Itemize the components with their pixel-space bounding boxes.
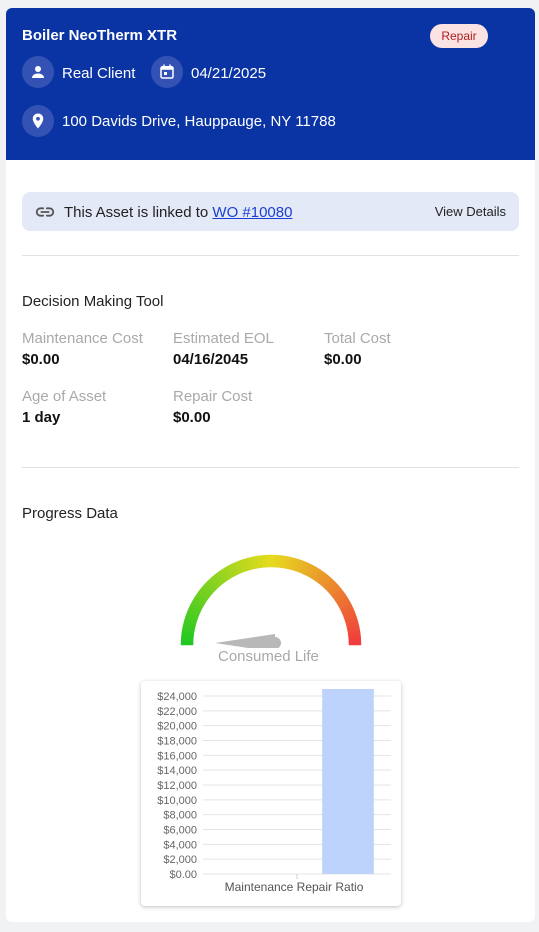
metric-repair-cost: Repair Cost $0.00: [173, 388, 323, 426]
linked-label: This Asset is linked to: [64, 204, 209, 221]
linked-wo-banner: This Asset is linked to WO #10080 View D…: [22, 192, 519, 231]
gauge-segment: [348, 640, 362, 646]
metric-value: $0.00: [173, 409, 211, 426]
asset-card: Boiler NeoTherm XTR Repair Real Client 0…: [6, 8, 535, 922]
metric-total-cost: Total Cost $0.00: [324, 330, 474, 368]
y-tick-label: $12,000: [157, 780, 197, 792]
metric-value: $0.00: [22, 351, 60, 368]
divider: [22, 255, 519, 256]
consumed-life-gauge: [180, 554, 362, 648]
metric-age-of-asset: Age of Asset 1 day: [22, 388, 172, 426]
calendar-icon: [151, 56, 183, 88]
y-tick-label: $0.00: [169, 869, 197, 881]
link-icon: [34, 201, 56, 228]
metric-label: Maintenance Cost: [22, 330, 143, 347]
status-badge: Repair: [430, 24, 488, 48]
y-tick-label: $24,000: [157, 691, 197, 703]
asset-title: Boiler NeoTherm XTR: [22, 27, 178, 44]
bar: [322, 689, 374, 874]
metric-estimated-eol: Estimated EOL 04/16/2045: [173, 330, 323, 368]
y-tick-label: $20,000: [157, 721, 197, 733]
metric-label: Repair Cost: [173, 388, 253, 405]
gauge-needle: [215, 634, 275, 648]
divider: [22, 467, 519, 468]
metric-label: Age of Asset: [22, 388, 107, 405]
x-axis-label: Maintenance Repair Ratio: [225, 880, 364, 894]
metric-value: 04/16/2045: [173, 351, 249, 368]
y-tick-label: $8,000: [163, 810, 197, 822]
y-tick-label: $16,000: [157, 750, 197, 762]
y-tick-label: $18,000: [157, 736, 197, 748]
y-tick-label: $10,000: [157, 795, 197, 807]
y-tick-label: $6,000: [163, 825, 197, 837]
gauge-label: Consumed Life: [218, 648, 319, 665]
user-icon: [22, 56, 54, 88]
asset-date: 04/21/2025: [191, 65, 267, 82]
bar-chart-svg: $0.00 $2,000 $4,000 $6,000 $8,000 $10,000 $12,…: [157, 689, 391, 894]
maintenance-repair-chart: $0.00 $2,000 $4,000 $6,000 $8,000 $10,000 $12,…: [141, 681, 401, 906]
metric-label: Total Cost: [324, 330, 391, 347]
asset-address: 100 Davids Drive, Hauppauge, NY 11788: [62, 113, 336, 130]
y-tick-label: $4,000: [163, 839, 197, 851]
work-order-link[interactable]: WO #10080: [212, 204, 292, 221]
decision-tool-title: Decision Making Tool: [22, 293, 164, 310]
asset-header: Boiler NeoTherm XTR Repair Real Client 0…: [6, 8, 535, 160]
linked-text: This Asset is linked to WO #10080: [64, 204, 292, 221]
metric-value: $0.00: [324, 351, 362, 368]
gauge-segment: [266, 554, 272, 568]
metric-maintenance-cost: Maintenance Cost $0.00: [22, 330, 172, 368]
metric-label: Estimated EOL: [173, 330, 274, 347]
location-pin-icon: [22, 105, 54, 137]
view-details-button[interactable]: View Details: [435, 204, 506, 219]
y-tick-label: $22,000: [157, 706, 197, 718]
client-name: Real Client: [62, 65, 136, 82]
y-tick-label: $2,000: [163, 854, 197, 866]
y-tick-label: $14,000: [157, 765, 197, 777]
progress-data-title: Progress Data: [22, 505, 118, 522]
metric-value: 1 day: [22, 409, 61, 426]
